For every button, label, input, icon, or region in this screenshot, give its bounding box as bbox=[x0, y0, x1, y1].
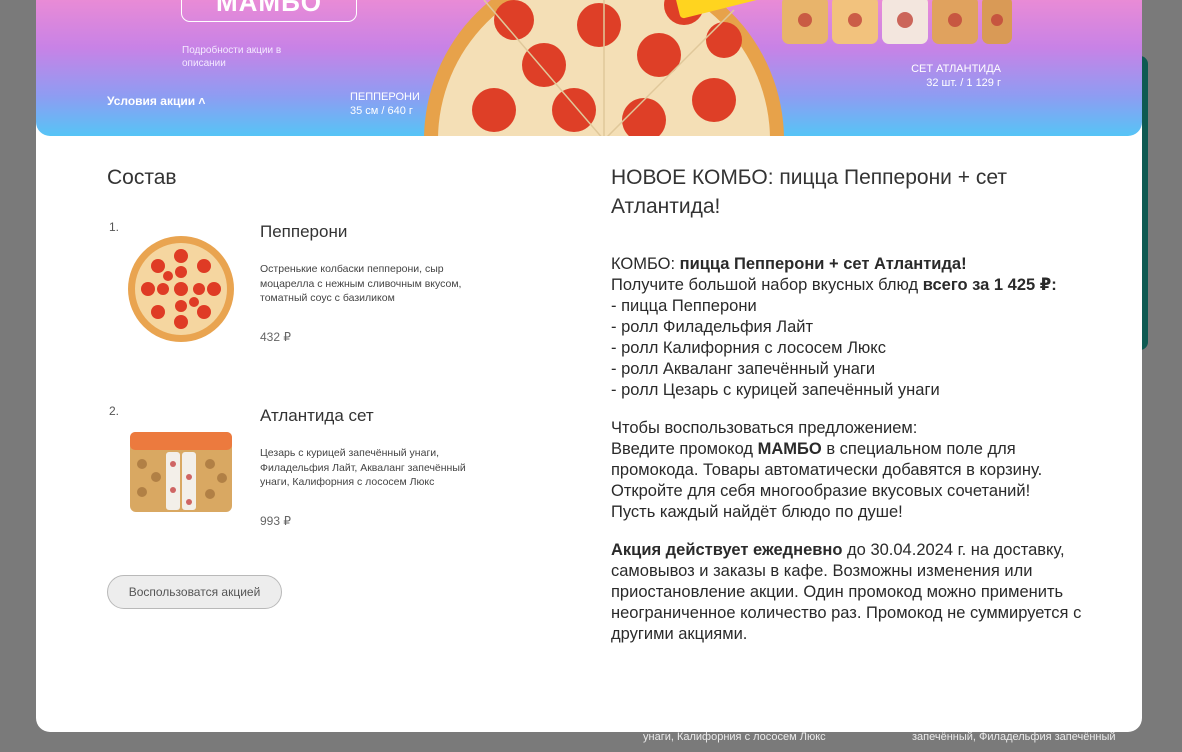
use-promo-button[interactable]: Воспользоватся акцией bbox=[107, 575, 282, 609]
background-product-desc: унаги, Калифорния с лососем Люкс bbox=[643, 731, 826, 743]
item-description: Цезарь с курицей запечённый унаги, Филад… bbox=[260, 447, 466, 488]
background-product-desc: запечённый, Филадельфия запечённый bbox=[912, 731, 1116, 743]
banner-promo-code: МАМБО bbox=[181, 0, 357, 22]
promo-modal: МАМБО Подробности акции в описании Услов… bbox=[36, 0, 1142, 732]
item-number: 2. bbox=[109, 404, 120, 418]
item-price: 432 ₽ bbox=[260, 330, 291, 344]
item-description: Остренькие колбаски пепперони, сыр моцар… bbox=[260, 263, 462, 304]
promo-title: НОВОЕ КОМБО: пицца Пепперони + сет Атлан… bbox=[611, 166, 1007, 218]
combo-line: КОМБО: пицца Пепперони + сет Атлантида! bbox=[611, 254, 1091, 275]
terms-line: Акция действует ежедневно до 30.04.2024 … bbox=[611, 540, 1091, 645]
item-name: Пепперони bbox=[260, 222, 348, 241]
list-item: - пицца Пепперони bbox=[611, 297, 757, 315]
set-caption-name: СЕТ АТЛАНТИДА bbox=[911, 63, 1001, 75]
combo-prefix: КОМБО: bbox=[611, 255, 680, 273]
terms-bold: Акция действует ежедневно bbox=[611, 541, 843, 559]
wish-line: Пусть каждый найдёт блюдо по душе! bbox=[611, 503, 903, 521]
atlantida-set-image bbox=[130, 432, 232, 512]
list-item: - ролл Филадельфия Лайт bbox=[611, 318, 814, 336]
list-item: - ролл Акваланг запечённый унаги bbox=[611, 360, 876, 378]
enter-code-line: Введите промокод МАМБО в специальном пол… bbox=[611, 439, 1091, 481]
pizza-caption-size: 35 см / 640 г bbox=[350, 105, 413, 117]
item-number: 1. bbox=[109, 220, 120, 234]
banner-hint: Подробности акции в описании bbox=[182, 45, 282, 69]
conditions-toggle[interactable]: Условия акции ˄ bbox=[107, 94, 205, 108]
enter-prefix: Введите промокод bbox=[611, 440, 758, 458]
promo-description: НОВОЕ КОМБО: пицца Пепперони + сет Атлан… bbox=[611, 163, 1091, 645]
price-line: Получите большой набор вкусных блюд всег… bbox=[611, 275, 1091, 296]
set-caption: СЕТ АТЛАНТИДА 32 шт. / 1 129 г bbox=[876, 62, 1001, 90]
pizza-caption-name: ПЕППЕРОНИ bbox=[350, 91, 420, 103]
how-to-line: Чтобы воспользоваться предложением: bbox=[611, 419, 918, 437]
price-bold: всего за 1 425 ₽: bbox=[922, 276, 1057, 294]
item-name: Атлантида сет bbox=[260, 406, 374, 425]
enter-code: МАМБО bbox=[757, 440, 822, 458]
set-caption-size: 32 шт. / 1 129 г bbox=[926, 77, 1001, 89]
composition-title: Состав bbox=[107, 166, 177, 189]
promo-body: КОМБО: пицца Пепперони + сет Атлантида! … bbox=[611, 254, 1091, 645]
pepperoni-pizza-image bbox=[128, 236, 234, 342]
combo-bold: пицца Пепперони + сет Атлантида! bbox=[679, 255, 967, 273]
banner-sushi-image bbox=[782, 0, 1012, 44]
list-item: - ролл Калифорния с лососем Люкс bbox=[611, 339, 886, 357]
list-item: - ролл Цезарь с курицей запечённый унаги bbox=[611, 381, 940, 399]
promo-banner: МАМБО Подробности акции в описании Услов… bbox=[36, 0, 1142, 136]
item-price: 993 ₽ bbox=[260, 514, 291, 528]
pizza-caption: ПЕППЕРОНИ 35 см / 640 г bbox=[350, 90, 420, 118]
banner-pizza-image bbox=[424, 0, 784, 136]
discover-line: Откройте для себя многообразие вкусовых … bbox=[611, 482, 1031, 500]
price-prefix: Получите большой набор вкусных блюд bbox=[611, 276, 923, 294]
